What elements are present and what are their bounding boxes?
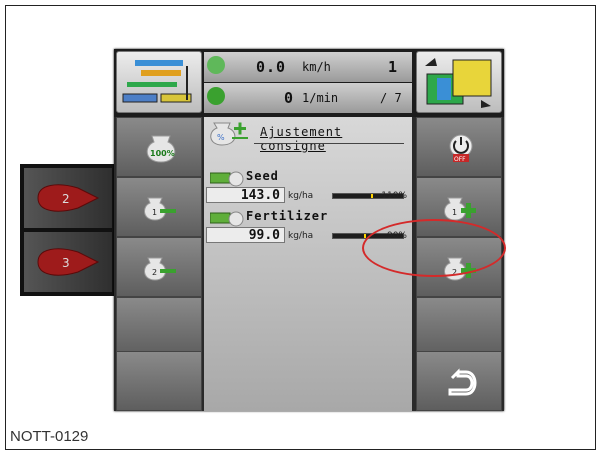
product-2-rate-unit: kg/ha bbox=[288, 231, 314, 241]
svg-text:100%: 100% bbox=[150, 149, 175, 158]
svg-text:1: 1 bbox=[452, 208, 457, 217]
implement-sections-icon bbox=[122, 60, 192, 103]
product-1-rate-value: 143.0 bbox=[240, 188, 280, 203]
seed-product-icon bbox=[210, 171, 244, 187]
bag-minus-icon: 1 bbox=[144, 197, 176, 221]
rocker-button-icon: 2 bbox=[37, 184, 100, 212]
empty-right-button[interactable] bbox=[416, 297, 502, 357]
section-control-button[interactable] bbox=[416, 51, 502, 113]
rpm-icon bbox=[207, 87, 225, 105]
speed-icon bbox=[207, 56, 225, 74]
svg-text:1: 1 bbox=[152, 208, 157, 217]
rpm-row: 0 1/min / 7 bbox=[204, 83, 412, 113]
external-button-2[interactable]: 2 bbox=[24, 168, 112, 228]
rate-off-button[interactable]: OFF bbox=[416, 117, 502, 177]
rpm-unit: 1/min bbox=[302, 91, 339, 105]
section-map-icon bbox=[425, 58, 492, 108]
section-count: 1 bbox=[388, 58, 399, 76]
svg-text:OFF: OFF bbox=[454, 156, 466, 163]
speed-unit: km/h bbox=[302, 60, 331, 74]
fertilizer-product-icon bbox=[210, 211, 244, 227]
rocker-button-icon: 3 bbox=[37, 248, 100, 276]
bag-percent-plus-icon: % bbox=[210, 122, 248, 146]
svg-text:%: % bbox=[217, 133, 225, 142]
svg-text:2: 2 bbox=[152, 268, 157, 277]
bag-minus-icon: 2 bbox=[144, 257, 176, 281]
title-divider bbox=[254, 143, 404, 144]
speed-value: 0.0 bbox=[256, 58, 287, 76]
product-1-rate-unit: kg/ha bbox=[288, 191, 314, 201]
product-2-name: Fertilizer bbox=[246, 209, 329, 223]
rpm-value: 0 bbox=[284, 89, 295, 107]
reset-100-button[interactable]: 100% bbox=[116, 117, 202, 177]
product-2-rate-value: 99.0 bbox=[248, 228, 280, 243]
bag-100-icon: 100% bbox=[146, 135, 176, 163]
product-1-rate-marker bbox=[371, 194, 373, 198]
empty-left-button-2[interactable] bbox=[116, 351, 202, 411]
product-1-rate-field[interactable]: 143.0 bbox=[206, 187, 285, 203]
speed-row: 0.0 km/h 1 bbox=[204, 52, 412, 82]
power-off-icon: OFF bbox=[449, 134, 473, 163]
product-1-decrease-button[interactable]: 1 bbox=[116, 177, 202, 237]
figure-reference: NOTT-0129 bbox=[10, 428, 89, 445]
product-1-rate-percent: 110% bbox=[381, 191, 407, 201]
back-button[interactable] bbox=[416, 351, 502, 411]
product-1-name: Seed bbox=[246, 169, 279, 183]
external-button-3[interactable]: 3 bbox=[24, 232, 112, 292]
product-2-decrease-button[interactable]: 2 bbox=[116, 237, 202, 297]
external-button-2-label: 2 bbox=[62, 192, 70, 206]
page-title: Ajustement consigne bbox=[260, 125, 343, 153]
implement-overview-button[interactable] bbox=[116, 51, 202, 113]
external-button-3-label: 3 bbox=[62, 256, 70, 270]
highlight-ellipse bbox=[362, 219, 506, 277]
external-button-panel: 2 3 bbox=[20, 164, 114, 296]
empty-left-button-1[interactable] bbox=[116, 297, 202, 357]
product-2-rate-field[interactable]: 99.0 bbox=[206, 227, 285, 243]
section-index: / 7 bbox=[380, 91, 402, 105]
status-header: 0.0 km/h 1 0 1/min / 7 bbox=[114, 49, 504, 117]
back-arrow-icon bbox=[448, 368, 477, 396]
